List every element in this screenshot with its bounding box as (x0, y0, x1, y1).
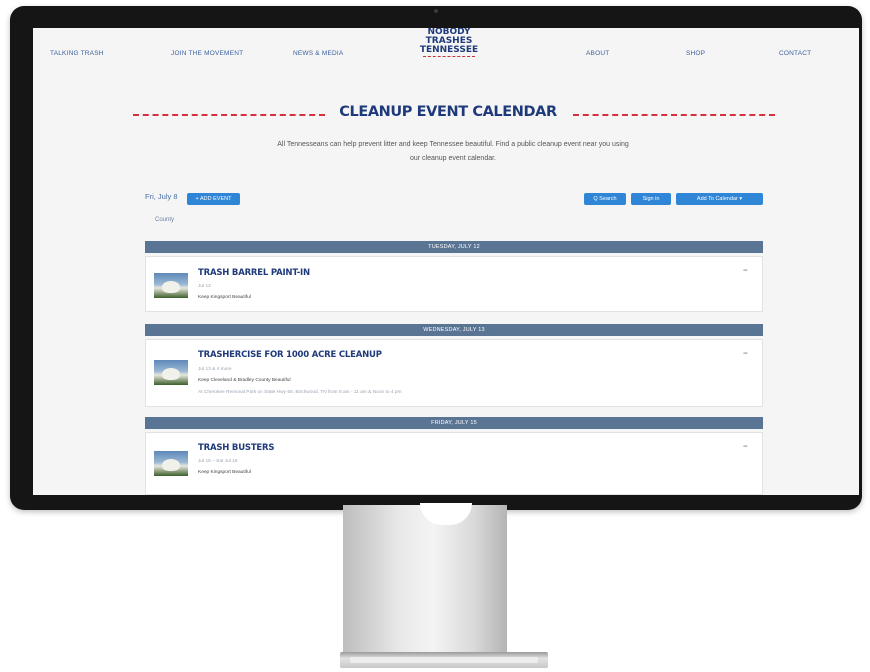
county-filter[interactable]: County (155, 217, 174, 223)
event-thumbnail (154, 451, 188, 476)
monitor-bezel: TALKING TRASH JOIN THE MOVEMENT NEWS & M… (10, 6, 862, 510)
event-date: Jul 15 – Sat Jul 16 (198, 459, 238, 464)
logo-line-3: TENNESSEE (419, 45, 479, 55)
page-title: CLEANUP EVENT CALENDAR (339, 104, 557, 120)
heading-dash-right (573, 114, 775, 116)
sign-in-button[interactable]: Sign in (631, 193, 671, 205)
search-button[interactable]: Q Search (584, 193, 626, 205)
day-header: FRIDAY, JULY 15 (145, 417, 763, 429)
add-to-calendar-button[interactable]: Add To Calendar ▾ (676, 193, 763, 205)
site-logo[interactable]: NOBODY TRASHES TENNESSEE (417, 28, 481, 59)
nav-about[interactable]: ABOUT (586, 50, 609, 57)
logo-stripe (423, 56, 475, 59)
heading-dash-left (133, 114, 325, 116)
stand-foot-highlight (350, 657, 538, 663)
add-event-button[interactable]: + ADD EVENT (187, 193, 240, 205)
event-thumbnail (154, 360, 188, 385)
browser-screen: TALKING TRASH JOIN THE MOVEMENT NEWS & M… (33, 28, 859, 495)
section-heading: CLEANUP EVENT CALENDAR (33, 104, 859, 126)
event-card[interactable]: TRASH BARREL PAINT-IN Jul 12 Keep Kingsp… (145, 256, 763, 312)
share-icon[interactable]: ➦ (743, 350, 748, 357)
event-organizer: Keep Kingsport Beautiful (198, 295, 251, 300)
nav-join-the-movement[interactable]: JOIN THE MOVEMENT (171, 50, 243, 57)
day-header: WEDNESDAY, JULY 13 (145, 324, 763, 336)
nav-news-media[interactable]: NEWS & MEDIA (293, 50, 343, 57)
event-card[interactable]: TRASH BUSTERS Jul 15 – Sat Jul 16 Keep K… (145, 432, 763, 495)
event-date: Jul 12 (198, 284, 211, 289)
camera-dot (434, 9, 438, 13)
nav-contact[interactable]: CONTACT (779, 50, 811, 57)
share-icon[interactable]: ➦ (743, 267, 748, 274)
intro-line-1: All Tennesseans can help prevent litter … (277, 141, 629, 148)
event-location: At Cherokee Removal Park on State Hwy 60… (198, 390, 402, 395)
current-date[interactable]: Fri, July 8 (145, 192, 178, 201)
event-thumbnail (154, 273, 188, 298)
nav-shop[interactable]: SHOP (686, 50, 705, 57)
event-title[interactable]: TRASH BUSTERS (198, 443, 274, 453)
event-title[interactable]: TRASHERCISE FOR 1000 ACRE CLEANUP (198, 350, 382, 360)
event-card[interactable]: TRASHERCISE FOR 1000 ACRE CLEANUP Jul 13… (145, 339, 763, 407)
event-title[interactable]: TRASH BARREL PAINT-IN (198, 268, 310, 278)
event-organizer: Keep Kingsport Beautiful (198, 470, 251, 475)
event-organizer: Keep Cleveland & Bradley County Beautifu… (198, 378, 291, 383)
add-to-calendar-label: Add To Calendar (696, 196, 738, 202)
chevron-down-icon: ▾ (739, 196, 743, 202)
intro-line-2: our cleanup event calendar. (409, 155, 496, 162)
nav-talking-trash[interactable]: TALKING TRASH (50, 50, 104, 57)
top-nav: TALKING TRASH JOIN THE MOVEMENT NEWS & M… (33, 28, 859, 94)
day-header: TUESDAY, JULY 12 (145, 241, 763, 253)
intro-text: All Tennesseans can help prevent litter … (233, 138, 673, 166)
event-date: Jul 13 & 4 more (198, 367, 232, 372)
share-icon[interactable]: ➦ (743, 443, 748, 450)
monitor-stand (343, 505, 507, 653)
